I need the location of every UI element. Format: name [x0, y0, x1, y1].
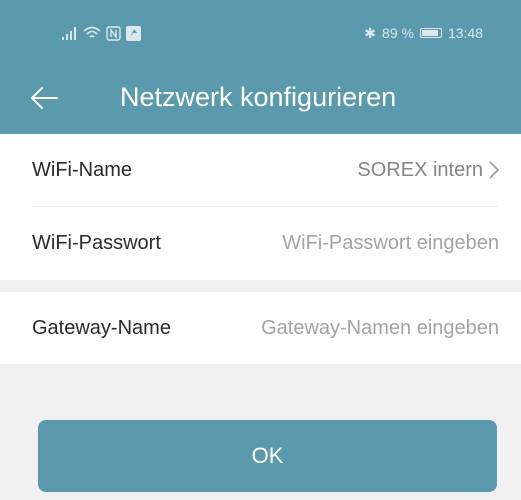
gateway-settings-group: Gateway-Name [0, 292, 521, 364]
battery-icon [419, 28, 442, 38]
nfc-icon [106, 25, 121, 41]
gateway-name-input[interactable] [219, 316, 499, 340]
wifi-password-label: WiFi-Passwort [32, 231, 161, 254]
arrow-left-icon [31, 87, 58, 109]
back-button[interactable] [22, 76, 66, 120]
wifi-icon [83, 26, 101, 38]
status-icons-right: ✱ 89 % 13:48 [364, 24, 483, 42]
bluetooth-icon: ✱ [364, 24, 377, 41]
notification-icon [126, 25, 141, 41]
battery-fill [421, 30, 438, 36]
gateway-name-label: Gateway-Name [32, 316, 171, 339]
wifi-name-value-wrap[interactable]: SOREX intern [357, 159, 499, 182]
wifi-name-row[interactable]: WiFi-Name SOREX intern [0, 134, 521, 206]
gateway-name-row: Gateway-Name [0, 292, 521, 364]
chevron-right-icon [489, 161, 499, 179]
signal-icon [62, 26, 76, 40]
app-bar: Netzwerk konfigurieren [0, 62, 521, 134]
wifi-name-label: WiFi-Name [32, 158, 132, 181]
wifi-name-value: SOREX intern [357, 158, 483, 181]
battery-percent: 89 % [382, 25, 414, 41]
status-bar: ✱ 89 % 13:48 [0, 0, 521, 62]
wifi-password-input[interactable] [219, 231, 499, 255]
status-icons-left [62, 24, 141, 42]
wifi-password-row: WiFi-Passwort [0, 207, 521, 279]
wifi-settings-group: WiFi-Name SOREX intern WiFi-Passwort [0, 134, 521, 280]
status-time: 13:48 [447, 25, 483, 41]
ok-button[interactable]: OK [38, 420, 497, 492]
page-title: Netzwerk konfigurieren [120, 82, 397, 112]
